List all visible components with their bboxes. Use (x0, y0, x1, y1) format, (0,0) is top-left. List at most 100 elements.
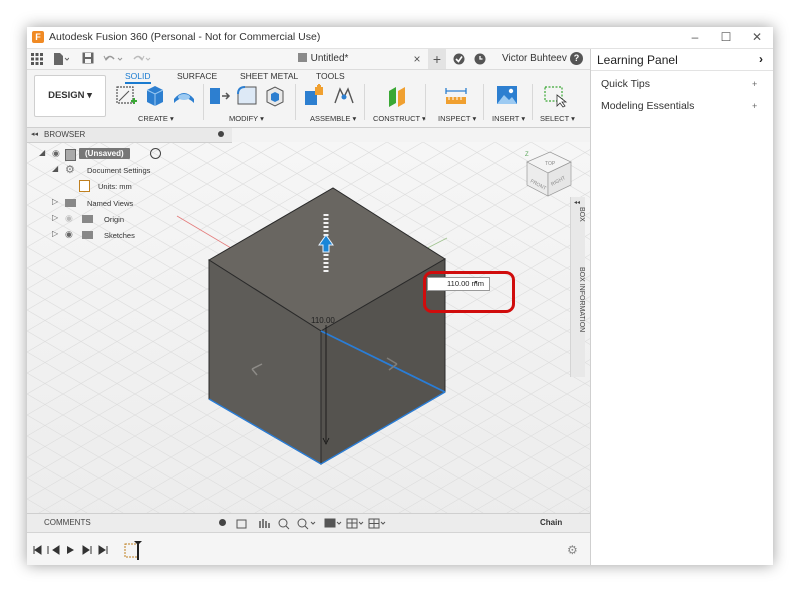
minimize-button[interactable]: – (680, 28, 710, 47)
chevron-right-icon[interactable]: › (759, 52, 763, 66)
select-icon[interactable] (542, 83, 568, 109)
step-back-icon[interactable] (47, 545, 60, 555)
visibility-eye-off-icon[interactable]: ◉ (65, 213, 73, 224)
expand-plus-icon[interactable]: + (752, 101, 757, 111)
joint-icon[interactable] (332, 83, 356, 109)
collapse-browser-icon[interactable]: ◂◂ (31, 130, 38, 138)
tab-document[interactable]: Untitled* (223, 49, 423, 69)
browser-item-label: Sketches (104, 231, 135, 240)
tab-surface[interactable]: SURFACE (177, 71, 217, 81)
grid-menu-icon[interactable] (31, 53, 43, 65)
visibility-eye-icon[interactable]: ◉ (65, 229, 73, 240)
ribbon-divider (483, 84, 484, 120)
browser-title: BROWSER (44, 130, 86, 139)
view-cube-z-label: Z (525, 152, 529, 158)
expand-triangle-icon[interactable]: ▷ (52, 197, 58, 206)
measure-icon[interactable] (443, 83, 469, 109)
learning-item-modeling-essentials[interactable]: Modeling Essentials (601, 100, 694, 112)
browser-item-document-settings[interactable]: ◢ ⚙ Document Settings (52, 164, 212, 177)
ribbon: DESIGN ▾ SOLID SURFACE SHEET METAL TOOLS… (27, 70, 590, 128)
pan-icon[interactable] (259, 519, 270, 528)
tab-box[interactable]: BOX (571, 207, 585, 222)
component-icon (65, 149, 76, 161)
ribbon-divider (203, 84, 204, 120)
clock-icon[interactable] (474, 53, 486, 65)
display-settings-icon[interactable] (324, 518, 336, 528)
timeline-settings-gear-icon[interactable]: ⚙ (567, 543, 578, 557)
browser-options-icon[interactable] (218, 131, 224, 137)
user-name[interactable]: Victor Buhteev (502, 53, 567, 64)
folder-icon (65, 199, 76, 207)
step-forward-icon[interactable] (82, 545, 92, 555)
active-radio-icon[interactable] (150, 148, 161, 159)
shell-icon[interactable] (263, 83, 287, 109)
go-to-start-icon[interactable] (33, 545, 42, 555)
play-icon[interactable] (67, 546, 74, 554)
folder-icon (82, 215, 93, 223)
zoom-icon[interactable] (278, 518, 288, 528)
learning-panel: Learning Panel › Quick Tips + Modeling E… (590, 49, 773, 565)
fit-icon[interactable] (297, 518, 307, 528)
browser-item-named-views[interactable]: ▷ Named Views (52, 197, 212, 210)
units-document-icon (79, 180, 90, 192)
expand-panel-icon[interactable]: ◂◂ (574, 199, 580, 206)
browser-item-units[interactable]: Units: mm (79, 180, 179, 193)
redo-icon[interactable] (131, 53, 153, 65)
ribbon-divider (295, 84, 296, 120)
construct-menu[interactable]: CONSTRUCT ▾ (373, 114, 426, 123)
go-to-end-icon[interactable] (98, 545, 108, 555)
chain-label[interactable]: Chain (540, 518, 562, 527)
create-menu[interactable]: CREATE ▾ (138, 114, 174, 123)
maximize-button[interactable]: ☐ (711, 28, 741, 47)
save-icon[interactable] (82, 52, 94, 65)
press-pull-icon[interactable] (207, 83, 231, 109)
help-icon[interactable]: ? (570, 52, 583, 65)
browser-item-label: Named Views (87, 199, 134, 208)
new-component-icon[interactable] (302, 83, 326, 109)
tab-tools[interactable]: TOOLS (316, 71, 345, 81)
collapse-triangle-icon[interactable]: ◢ (52, 164, 58, 173)
tab-box-information[interactable]: BOX INFORMATION (571, 267, 585, 332)
create-sketch-icon[interactable] (115, 83, 139, 109)
learning-item-quick-tips[interactable]: Quick Tips (601, 78, 650, 90)
visibility-eye-icon[interactable]: ◉ (52, 148, 60, 159)
job-status-icon[interactable] (453, 53, 465, 65)
comments-options-icon[interactable] (219, 519, 226, 526)
timeline-sketch-feature-icon[interactable] (123, 539, 145, 561)
workspace-switcher-button[interactable]: DESIGN ▾ (34, 75, 106, 117)
comments-label[interactable]: COMMENTS (44, 518, 91, 527)
revolve-icon[interactable] (171, 83, 197, 109)
browser-root-item[interactable]: ◢ ◉ (Unsaved) (39, 148, 219, 161)
divider (591, 70, 773, 71)
modify-menu[interactable]: MODIFY ▾ (229, 114, 264, 123)
insert-image-icon[interactable] (495, 83, 519, 109)
new-tab-button[interactable]: + (428, 49, 446, 69)
collapse-triangle-icon[interactable]: ◢ (39, 148, 45, 157)
offset-plane-icon[interactable] (385, 83, 409, 109)
file-icon[interactable] (53, 52, 69, 66)
undo-icon[interactable] (103, 53, 125, 65)
fillet-icon[interactable] (235, 83, 259, 109)
gear-icon: ⚙ (65, 164, 75, 176)
expand-triangle-icon[interactable]: ▷ (52, 229, 58, 238)
assemble-menu[interactable]: ASSEMBLE ▾ (310, 114, 356, 123)
inspect-menu[interactable]: INSPECT ▾ (438, 114, 476, 123)
expand-plus-icon[interactable]: + (752, 79, 757, 89)
tab-sheet-metal[interactable]: SHEET METAL (240, 71, 298, 81)
insert-menu[interactable]: INSERT ▾ (492, 114, 525, 123)
extrude-icon[interactable] (143, 83, 167, 109)
learning-panel-title: Learning Panel (597, 53, 678, 67)
fusion-logo-icon: F (32, 31, 44, 43)
close-window-button[interactable]: ✕ (742, 28, 772, 47)
browser-item-sketches[interactable]: ▷ ◉ Sketches (52, 229, 212, 242)
component-name[interactable]: (Unsaved) (79, 148, 130, 159)
select-menu[interactable]: SELECT ▾ (540, 114, 575, 123)
ribbon-divider (425, 84, 426, 120)
browser-header: ◂◂ BROWSER (27, 128, 232, 143)
side-panel-tabs: ◂◂ BOX BOX INFORMATION (570, 197, 585, 377)
expand-triangle-icon[interactable]: ▷ (52, 213, 58, 222)
browser-item-label: Units: mm (98, 182, 132, 191)
close-tab-button[interactable]: × (409, 51, 425, 67)
browser-item-origin[interactable]: ▷ ◉ Origin (52, 213, 212, 226)
orbit-icon[interactable] (236, 519, 247, 529)
